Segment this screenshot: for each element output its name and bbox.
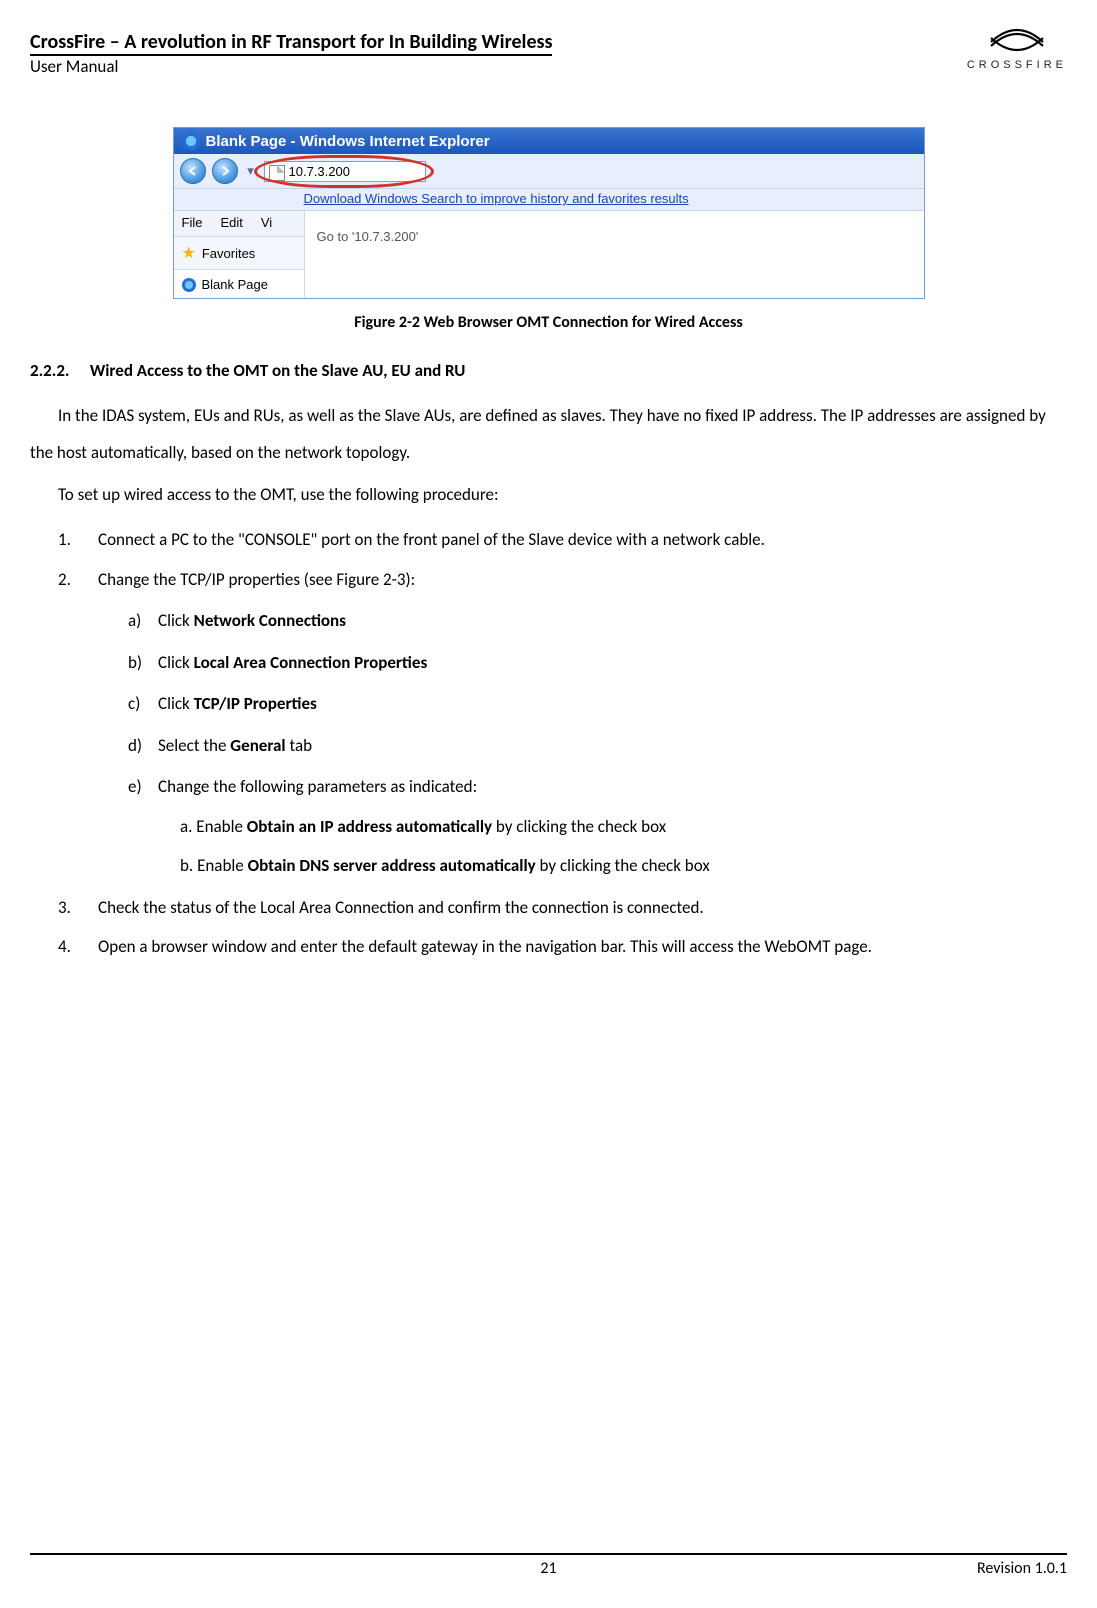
star-icon: ★ — [182, 243, 196, 263]
menu-edit[interactable]: Edit — [220, 215, 242, 230]
section-heading: 2.2.2. Wired Access to the OMT on the Sl… — [30, 360, 1067, 381]
address-suggestion-area: Go to '10.7.3.200' — [305, 211, 924, 298]
step-2e-b: b. Enable Obtain DNS server address auto… — [180, 853, 1067, 879]
goto-value: 10.7.3.200 — [354, 229, 415, 244]
section-title: Wired Access to the OMT on the Slave AU,… — [90, 360, 465, 381]
procedure-list: 1. Connect a PC to the "CONSOLE" port on… — [30, 527, 1067, 960]
ie-browser-screenshot: Blank Page - Windows Internet Explorer ▾… — [173, 127, 925, 299]
forward-button[interactable] — [212, 158, 238, 184]
goto-suffix: ' — [416, 229, 418, 244]
step-2: 2. Change the TCP/IP properties (see Fig… — [58, 567, 1067, 879]
logo-text: CROSSFIRE — [967, 59, 1067, 71]
back-button[interactable] — [180, 158, 206, 184]
section-number: 2.2.2. — [30, 360, 86, 381]
step-2d: d) Select the General tab — [128, 733, 1067, 759]
step-2e-a: a. Enable Obtain an IP address automatic… — [180, 814, 1067, 840]
logo-swirl-icon — [987, 24, 1047, 52]
doc-subtitle: User Manual — [30, 54, 118, 77]
ie-tab-icon — [182, 278, 196, 292]
history-dropdown-arrow[interactable]: ▾ — [244, 163, 258, 179]
favorites-label: Favorites — [202, 246, 255, 261]
footer-row: 21 Revision 1.0.1 — [30, 1555, 1067, 1578]
crossfire-logo: CROSSFIRE — [967, 24, 1067, 71]
goto-prefix: Go to ' — [317, 229, 355, 244]
window-title-text: Blank Page - Windows Internet Explorer — [206, 133, 490, 150]
step-2e: e) Change the following parameters as in… — [128, 774, 1067, 879]
menu-file[interactable]: File — [182, 215, 203, 230]
step-2a: a) Click Network Connections — [128, 608, 1067, 634]
tab-label: Blank Page — [202, 277, 269, 292]
menu-view-truncated[interactable]: Vi — [261, 215, 272, 230]
page-header: CrossFire – A revolution in RF Transport… — [30, 30, 1067, 77]
paragraph-2: To set up wired access to the OMT, use t… — [30, 476, 1067, 513]
figure-caption: Figure 2-2 Web Browser OMT Connection fo… — [30, 313, 1067, 332]
header-text-block: CrossFire – A revolution in RF Transport… — [30, 30, 552, 77]
substeps-2e: a. Enable Obtain an IP address automatic… — [158, 814, 1067, 879]
arrow-left-icon — [188, 166, 198, 176]
ie-logo-icon — [182, 132, 200, 150]
page-icon — [269, 165, 285, 181]
substeps-2: a) Click Network Connections b) Click Lo… — [98, 608, 1067, 879]
browser-tab[interactable]: Blank Page — [174, 270, 304, 298]
paragraph-1: In the IDAS system, EUs and RUs, as well… — [30, 397, 1067, 472]
browser-left-column: File Edit Vi ★ Favorites Blank Page — [174, 211, 305, 298]
page-number: 21 — [30, 1559, 1067, 1578]
page-footer: 21 Revision 1.0.1 — [30, 1553, 1067, 1578]
arrow-right-icon — [220, 166, 230, 176]
address-input[interactable]: 10.7.3.200 — [264, 161, 426, 182]
browser-body: File Edit Vi ★ Favorites Blank Page Go t… — [174, 211, 924, 298]
favorites-bar[interactable]: ★ Favorites — [174, 237, 304, 270]
window-titlebar: Blank Page - Windows Internet Explorer — [174, 128, 924, 154]
menu-bar: File Edit Vi — [174, 211, 304, 237]
doc-title: CrossFire – A revolution in RF Transport… — [30, 30, 552, 54]
step-3: 3. Check the status of the Local Area Co… — [58, 895, 1067, 921]
step-2b: b) Click Local Area Connection Propertie… — [128, 650, 1067, 676]
document-page: CrossFire – A revolution in RF Transport… — [0, 0, 1097, 1608]
step-1: 1. Connect a PC to the "CONSOLE" port on… — [58, 527, 1067, 553]
address-value: 10.7.3.200 — [289, 164, 350, 179]
step-2c: c) Click TCP/IP Properties — [128, 691, 1067, 717]
address-bar-row: ▾ 10.7.3.200 — [174, 154, 924, 189]
address-box-wrap: 10.7.3.200 — [264, 161, 426, 182]
download-search-link[interactable]: Download Windows Search to improve histo… — [174, 189, 924, 211]
step-4: 4. Open a browser window and enter the d… — [58, 934, 1067, 960]
